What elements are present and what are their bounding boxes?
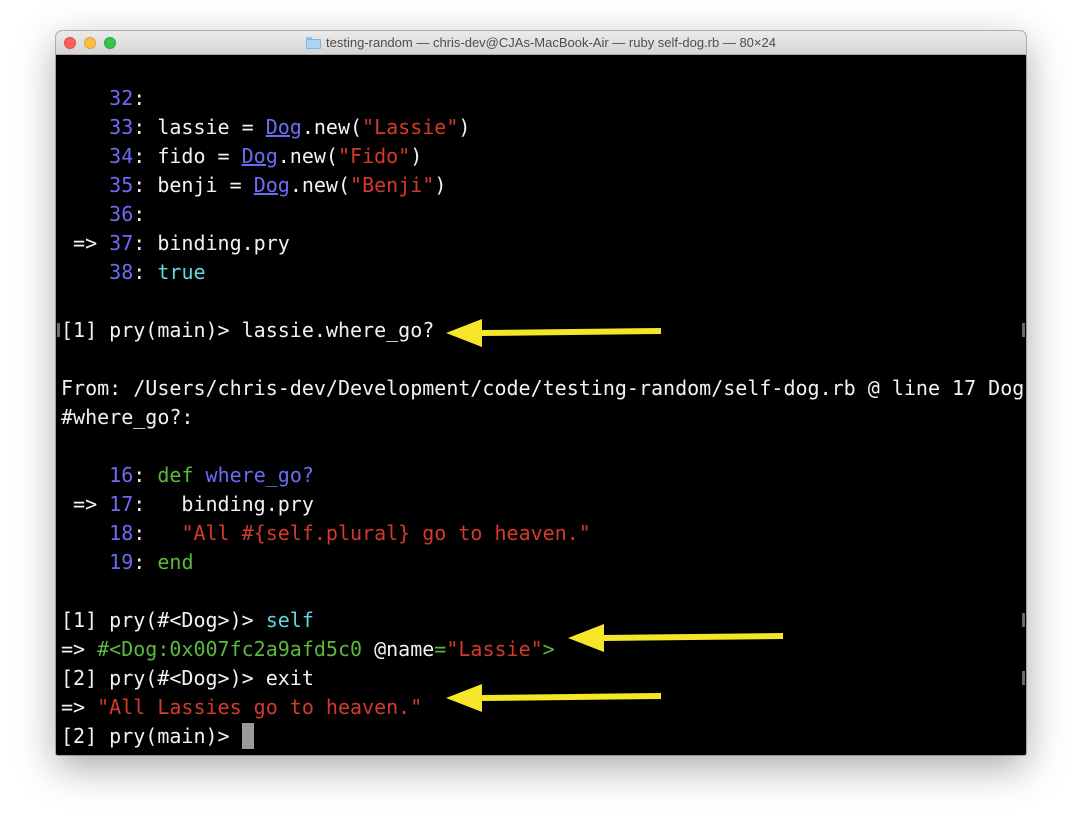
annotation-arrow-icon bbox=[446, 319, 661, 347]
code-line-34: 34: fido = Dog.new("Fido") bbox=[109, 144, 423, 168]
folder-icon bbox=[306, 36, 322, 49]
code-line-35: 35: benji = Dog.new("Benji") bbox=[109, 173, 447, 197]
result-exit: => "All Lassies go to heaven." bbox=[61, 695, 423, 719]
code-line-37-current: => 37: binding.pry bbox=[61, 231, 290, 255]
line-marker bbox=[1022, 671, 1025, 685]
line-marker bbox=[1022, 323, 1025, 337]
annotation-arrow-icon bbox=[568, 624, 783, 652]
code-line-32: 32: bbox=[109, 86, 146, 110]
code-line-38: 38: true bbox=[109, 260, 206, 284]
code-line-19: 19: end bbox=[109, 550, 194, 574]
pry-prompt-current[interactable]: [2] pry(main)> bbox=[61, 722, 254, 751]
terminal-window: testing-random — chris-dev@CJAs-MacBook-… bbox=[56, 31, 1026, 755]
code-line-17-current: => 17: binding.pry bbox=[61, 492, 314, 516]
pry-prompt-2: [1] pry(#<Dog>)> self bbox=[61, 608, 314, 632]
line-marker bbox=[57, 323, 60, 337]
terminal-output[interactable]: 32: 33: lassie = Dog.new("Lassie") 34: f… bbox=[56, 55, 1026, 755]
code-line-36: 36: bbox=[109, 202, 146, 226]
code-line-16: 16: def where_go? bbox=[109, 463, 314, 487]
from-location-line: From: /Users/chris-dev/Development/code/… bbox=[61, 376, 1025, 400]
code-line-18: 18: "All #{self.plural} go to heaven." bbox=[109, 521, 591, 545]
annotation-arrow-icon bbox=[446, 684, 661, 712]
code-line-33: 33: lassie = Dog.new("Lassie") bbox=[109, 115, 471, 139]
pry-prompt-1: [1] pry(main)> lassie.where_go? bbox=[61, 318, 435, 342]
result-self: => #<Dog:0x007fc2a9afd5c0 @name="Lassie"… bbox=[61, 637, 555, 661]
text-cursor bbox=[241, 722, 254, 749]
title-bar[interactable]: testing-random — chris-dev@CJAs-MacBook-… bbox=[56, 31, 1026, 55]
window-title: testing-random — chris-dev@CJAs-MacBook-… bbox=[326, 35, 776, 50]
line-marker bbox=[1022, 613, 1025, 627]
pry-prompt-3: [2] pry(#<Dog>)> exit bbox=[61, 666, 314, 690]
from-method-line: #where_go?: bbox=[61, 405, 194, 429]
